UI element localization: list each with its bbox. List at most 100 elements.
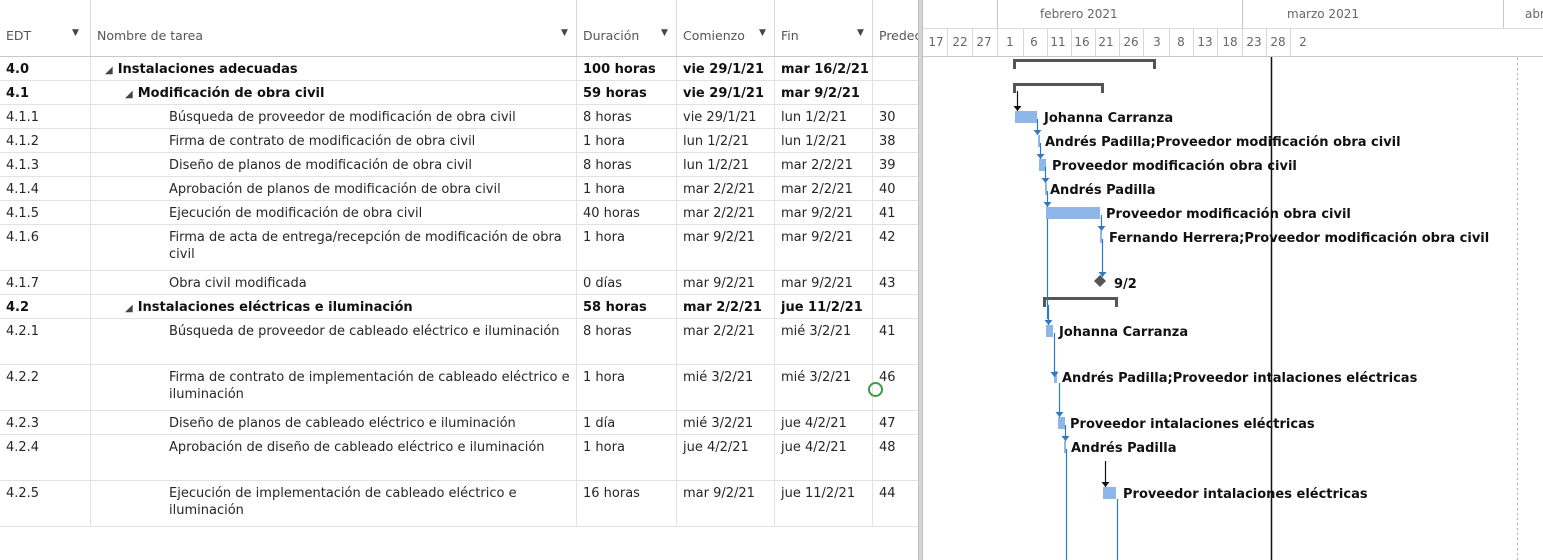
- cell-pred[interactable]: [872, 57, 918, 80]
- cell-nombre[interactable]: ◢ Instalaciones adecuadas: [90, 57, 576, 80]
- cell-duracion[interactable]: 1 día: [576, 411, 676, 434]
- cell-comienzo[interactable]: mar 9/2/21: [676, 481, 774, 526]
- cell-nombre[interactable]: Búsqueda de proveedor de modificación de…: [90, 105, 576, 128]
- table-row[interactable]: 4.1.4 Aprobación de planos de modificació…: [0, 177, 918, 201]
- cell-pred[interactable]: 44: [872, 481, 918, 526]
- cell-comienzo[interactable]: mar 2/2/21: [676, 177, 774, 200]
- cell-pred[interactable]: 38: [872, 129, 918, 152]
- column-header-duracion[interactable]: Duración ▼: [576, 0, 676, 56]
- cell-fin[interactable]: jue 4/2/21: [774, 435, 872, 480]
- cell-nombre[interactable]: Obra civil modificada: [90, 271, 576, 294]
- cell-pred[interactable]: 47: [872, 411, 918, 434]
- filter-arrow-icon[interactable]: ▼: [561, 28, 568, 38]
- cell-pred[interactable]: 41: [872, 319, 918, 364]
- table-row[interactable]: 4.1.3 Diseño de planos de modificación de…: [0, 153, 918, 177]
- cell-nombre[interactable]: Firma de acta de entrega/recepción de mo…: [90, 225, 576, 270]
- cell-edt[interactable]: 4.1.7: [0, 271, 90, 294]
- cell-nombre[interactable]: ◢ Modificación de obra civil: [90, 81, 576, 104]
- cell-duracion[interactable]: 59 horas: [576, 81, 676, 104]
- cell-comienzo[interactable]: mié 3/2/21: [676, 365, 774, 410]
- cell-nombre[interactable]: Firma de contrato de implementación de c…: [90, 365, 576, 410]
- cell-edt[interactable]: 4.1.1: [0, 105, 90, 128]
- cell-comienzo[interactable]: vie 29/1/21: [676, 81, 774, 104]
- cell-comienzo[interactable]: jue 4/2/21: [676, 435, 774, 480]
- cell-comienzo[interactable]: vie 29/1/21: [676, 57, 774, 80]
- cell-nombre[interactable]: Búsqueda de proveedor de cableado eléctr…: [90, 319, 576, 364]
- cell-fin[interactable]: mar 9/2/21: [774, 225, 872, 270]
- column-header-nombre[interactable]: Nombre de tarea ▼: [90, 0, 576, 56]
- cell-edt[interactable]: 4.1.3: [0, 153, 90, 176]
- collapse-triangle-icon[interactable]: ◢: [105, 65, 113, 76]
- cell-edt[interactable]: 4.1.6: [0, 225, 90, 270]
- cell-duracion[interactable]: 40 horas: [576, 201, 676, 224]
- table-row[interactable]: 4.2.4 Aprobación de diseño de cableado el…: [0, 435, 918, 481]
- cell-edt[interactable]: 4.2.5: [0, 481, 90, 526]
- cell-fin[interactable]: mié 3/2/21: [774, 319, 872, 364]
- cell-nombre[interactable]: Aprobación de diseño de cableado eléctri…: [90, 435, 576, 480]
- cell-nombre[interactable]: Ejecución de modificación de obra civil: [90, 201, 576, 224]
- filter-arrow-icon[interactable]: ▼: [661, 28, 668, 38]
- cell-pred[interactable]: 39: [872, 153, 918, 176]
- cell-fin[interactable]: mar 9/2/21: [774, 201, 872, 224]
- cell-duracion[interactable]: 8 horas: [576, 319, 676, 364]
- filter-arrow-icon[interactable]: ▼: [72, 28, 79, 38]
- cell-nombre[interactable]: Ejecución de implementación de cableado …: [90, 481, 576, 526]
- cell-edt[interactable]: 4.1.5: [0, 201, 90, 224]
- cell-comienzo[interactable]: mar 9/2/21: [676, 225, 774, 270]
- cell-duracion[interactable]: 8 horas: [576, 105, 676, 128]
- cell-edt[interactable]: 4.2.1: [0, 319, 90, 364]
- filter-arrow-icon[interactable]: ▼: [857, 28, 864, 38]
- cell-nombre[interactable]: Diseño de planos de cableado eléctrico e…: [90, 411, 576, 434]
- column-header-edt[interactable]: EDT ▼: [0, 0, 90, 56]
- cell-edt[interactable]: 4.1.4: [0, 177, 90, 200]
- filter-arrow-icon[interactable]: ▼: [759, 28, 766, 38]
- table-row[interactable]: 4.1 ◢ Modificación de obra civil 59 horas vi…: [0, 81, 918, 105]
- cell-fin[interactable]: lun 1/2/21: [774, 129, 872, 152]
- cell-edt[interactable]: 4.2.4: [0, 435, 90, 480]
- table-row[interactable]: 4.2.1 Búsqueda de proveedor de cableado e…: [0, 319, 918, 365]
- cell-pred[interactable]: 41: [872, 201, 918, 224]
- cell-comienzo[interactable]: mar 9/2/21: [676, 271, 774, 294]
- cell-comienzo[interactable]: mar 2/2/21: [676, 319, 774, 364]
- table-row[interactable]: 4.1.5 Ejecución de modificación de obra c…: [0, 201, 918, 225]
- table-row[interactable]: 4.2 ◢ Instalaciones eléctricas e iluminaci…: [0, 295, 918, 319]
- cell-fin[interactable]: mar 2/2/21: [774, 177, 872, 200]
- table-row[interactable]: 4.1.1 Búsqueda de proveedor de modificaci…: [0, 105, 918, 129]
- cell-pred[interactable]: 48: [872, 435, 918, 480]
- cell-pred[interactable]: [872, 81, 918, 104]
- cell-fin[interactable]: jue 11/2/21: [774, 295, 872, 318]
- cell-duracion[interactable]: 1 hora: [576, 225, 676, 270]
- cell-nombre[interactable]: Aprobación de planos de modificación de …: [90, 177, 576, 200]
- cell-duracion[interactable]: 16 horas: [576, 481, 676, 526]
- cell-pred[interactable]: 42: [872, 225, 918, 270]
- cell-fin[interactable]: jue 4/2/21: [774, 411, 872, 434]
- cell-edt[interactable]: 4.2: [0, 295, 90, 318]
- cell-pred[interactable]: 40: [872, 177, 918, 200]
- cell-edt[interactable]: 4.1: [0, 81, 90, 104]
- collapse-triangle-icon[interactable]: ◢: [125, 303, 133, 314]
- cell-duracion[interactable]: 1 hora: [576, 365, 676, 410]
- cell-edt[interactable]: 4.1.2: [0, 129, 90, 152]
- cell-duracion[interactable]: 1 hora: [576, 177, 676, 200]
- cell-comienzo[interactable]: mié 3/2/21: [676, 411, 774, 434]
- cell-duracion[interactable]: 8 horas: [576, 153, 676, 176]
- column-header-fin[interactable]: Fin ▼: [774, 0, 872, 56]
- table-row[interactable]: 4.1.7 Obra civil modificada 0 días mar 9/2/…: [0, 271, 918, 295]
- cell-pred[interactable]: 43: [872, 271, 918, 294]
- cell-fin[interactable]: jue 11/2/21: [774, 481, 872, 526]
- cell-comienzo[interactable]: vie 29/1/21: [676, 105, 774, 128]
- cell-fin[interactable]: lun 1/2/21: [774, 105, 872, 128]
- table-row[interactable]: 4.2.3 Diseño de planos de cableado eléctr…: [0, 411, 918, 435]
- cell-comienzo[interactable]: lun 1/2/21: [676, 153, 774, 176]
- cell-duracion[interactable]: 100 horas: [576, 57, 676, 80]
- column-header-pred[interactable]: Predecesoras: [872, 0, 918, 56]
- cell-fin[interactable]: mar 9/2/21: [774, 271, 872, 294]
- cell-fin[interactable]: mar 2/2/21: [774, 153, 872, 176]
- cell-comienzo[interactable]: lun 1/2/21: [676, 129, 774, 152]
- cell-duracion[interactable]: 1 hora: [576, 435, 676, 480]
- table-row[interactable]: 4.1.6 Firma de acta de entrega/recepción …: [0, 225, 918, 271]
- cell-edt[interactable]: 4.2.3: [0, 411, 90, 434]
- column-header-comienzo[interactable]: Comienzo ▼: [676, 0, 774, 56]
- table-row[interactable]: 4.2.2 Firma de contrato de implementación…: [0, 365, 918, 411]
- cell-edt[interactable]: 4.0: [0, 57, 90, 80]
